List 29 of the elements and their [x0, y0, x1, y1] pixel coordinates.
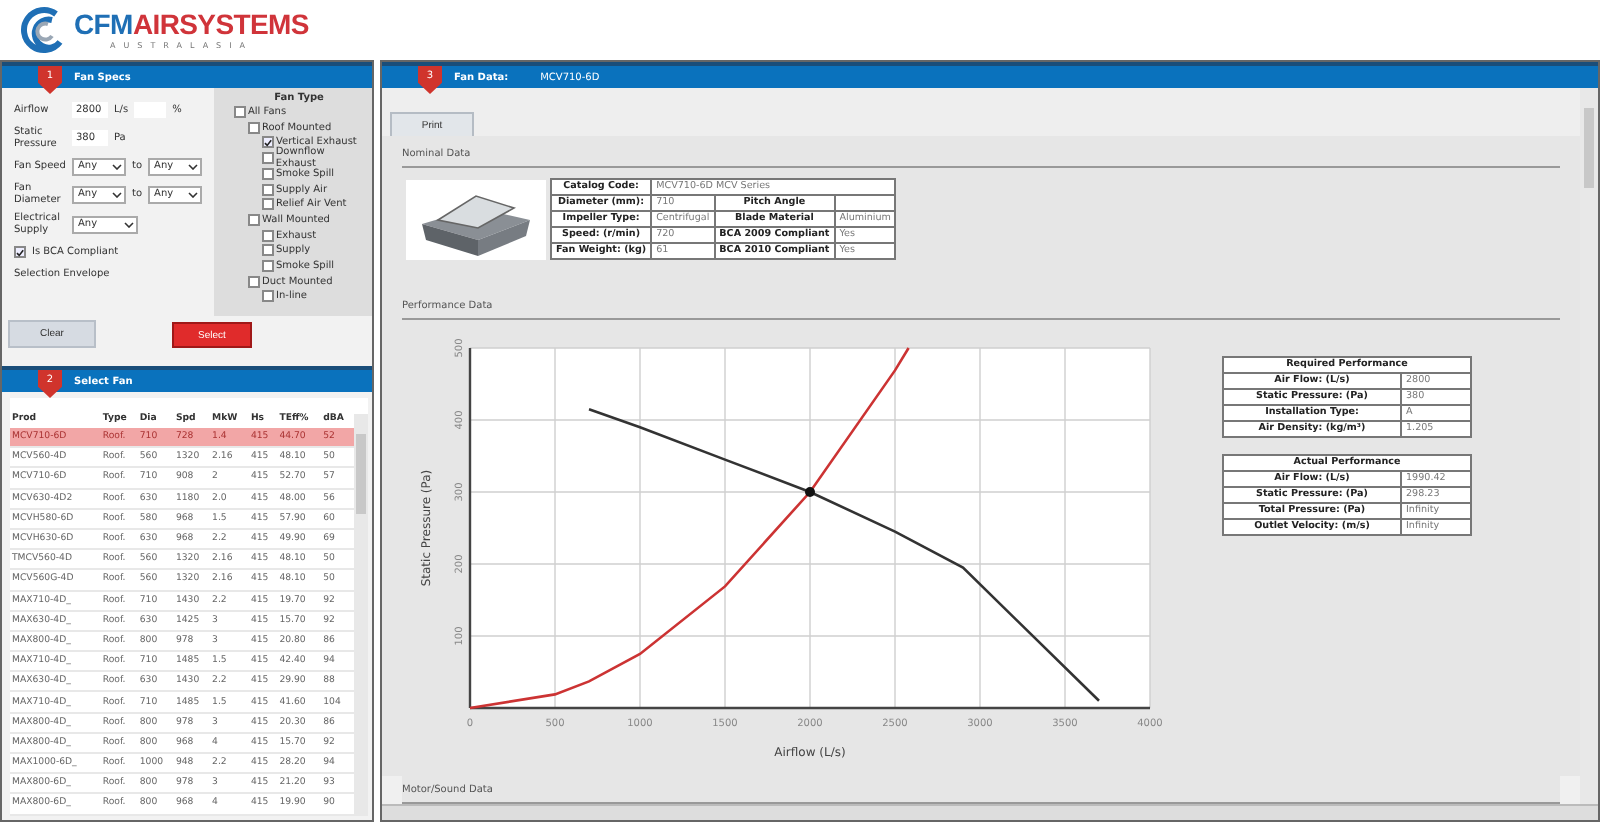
checkbox[interactable]	[262, 136, 274, 149]
checkbox[interactable]	[248, 213, 260, 226]
swirl-logo-icon	[16, 6, 68, 54]
fan-unit-drawing	[406, 179, 546, 259]
checkmark-icon	[264, 137, 272, 148]
brand-name: CFMAIRSYSTEMS	[74, 10, 309, 40]
operating-point	[805, 487, 815, 497]
checkbox[interactable]	[262, 152, 274, 165]
scrollbar[interactable]	[1580, 88, 1598, 804]
chevron-down-icon	[112, 163, 122, 169]
checkbox[interactable]	[262, 244, 274, 257]
checkbox[interactable]	[234, 106, 246, 119]
checkbox[interactable]	[262, 183, 274, 196]
chevron-down-icon	[188, 163, 199, 169]
checkbox[interactable]	[262, 229, 274, 242]
chevron-down-icon	[188, 191, 199, 197]
chevron-down-icon	[124, 221, 134, 227]
checkbox[interactable]	[262, 198, 274, 211]
checkmark-icon	[16, 247, 24, 257]
scrollbar[interactable]	[354, 414, 368, 816]
chevron-down-icon	[112, 191, 122, 197]
checkbox[interactable]	[262, 259, 274, 272]
checkbox[interactable]	[248, 275, 260, 288]
checkbox[interactable]	[14, 246, 26, 258]
scrollbar[interactable]	[382, 804, 1598, 820]
checkbox[interactable]	[262, 167, 274, 180]
table-cell	[834, 195, 896, 211]
checkbox[interactable]	[262, 290, 274, 303]
checkbox[interactable]	[248, 121, 260, 134]
